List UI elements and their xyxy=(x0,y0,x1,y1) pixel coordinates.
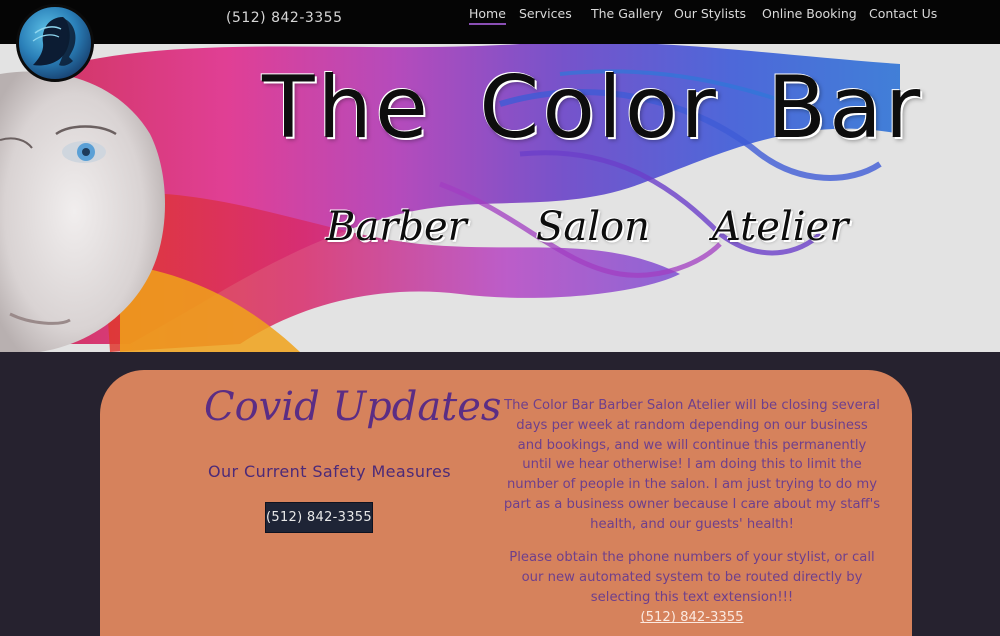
closing-notice-text: The Color Bar Barber Salon Atelier will … xyxy=(503,398,881,532)
top-bar: (512) 842-3355 Home Services The Gallery… xyxy=(0,0,1000,44)
stylist-contact-text: Please obtain the phone numbers of your … xyxy=(502,548,882,628)
tagline-barber: Barber xyxy=(326,204,467,250)
woman-profile-logo-icon[interactable] xyxy=(16,4,94,82)
nav-services[interactable]: Services xyxy=(519,6,572,21)
phone-extension-link[interactable]: (512) 842-3355 xyxy=(640,608,743,628)
main-nav: Home Services The Gallery Our Stylists O… xyxy=(0,6,1000,36)
hero-banner: The Color Bar Barber Salon Atelier xyxy=(0,44,1000,352)
covid-title: Covid Updates xyxy=(204,384,502,430)
tagline-salon: Salon xyxy=(536,204,650,250)
nav-online-booking[interactable]: Online Booking xyxy=(762,6,857,21)
safety-measures-heading: Our Current Safety Measures xyxy=(208,462,451,481)
covid-updates-card: Covid Updates Our Current Safety Measure… xyxy=(100,370,912,636)
tagline-atelier: Atelier xyxy=(712,204,849,250)
hero-title: The Color Bar xyxy=(262,58,924,158)
nav-gallery[interactable]: The Gallery xyxy=(591,6,663,21)
nav-stylists[interactable]: Our Stylists xyxy=(674,6,746,21)
nav-home[interactable]: Home xyxy=(469,6,506,25)
call-phone-button[interactable]: (512) 842-3355 xyxy=(265,502,373,533)
stylist-contact-message: Please obtain the phone numbers of your … xyxy=(509,550,875,605)
nav-contact[interactable]: Contact Us xyxy=(869,6,937,21)
